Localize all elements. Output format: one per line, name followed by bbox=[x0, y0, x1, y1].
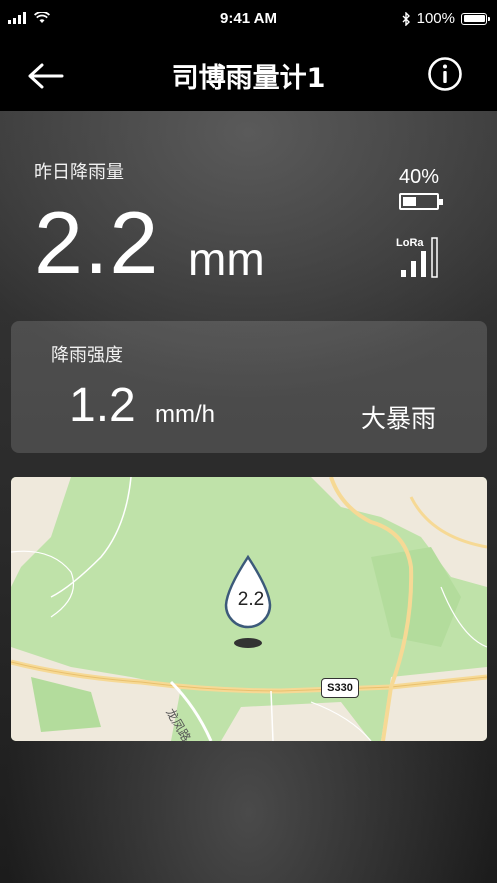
rainfall-value: 2.2 bbox=[34, 193, 160, 292]
page-title: 司博雨量计1 bbox=[171, 63, 326, 94]
nav-bar: 司博雨量计1 bbox=[0, 38, 497, 111]
status-bar: 9:41 AM 100% bbox=[0, 0, 497, 38]
device-battery-icon bbox=[399, 193, 443, 210]
status-battery-text: 100% bbox=[416, 10, 455, 27]
rainfall-label: 昨日降雨量 bbox=[34, 162, 124, 183]
marker-value: 2.2 bbox=[237, 589, 265, 610]
intensity-label: 降雨强度 bbox=[51, 345, 123, 366]
intensity-card: 降雨强度 1.2 mm/h 大暴雨 bbox=[11, 321, 487, 453]
device-battery-percent: 40% bbox=[399, 166, 440, 188]
road-shield: S330 bbox=[321, 678, 359, 698]
bluetooth-icon bbox=[402, 11, 410, 26]
intensity-level: 大暴雨 bbox=[360, 404, 436, 433]
intensity-value: 1.2 bbox=[69, 379, 136, 432]
info-icon[interactable] bbox=[427, 56, 463, 92]
map-view[interactable]: 2.2 S330 龙凤路 bbox=[11, 477, 487, 741]
rainfall-unit: mm bbox=[188, 233, 265, 285]
signal-strength-icon bbox=[401, 237, 438, 278]
battery-icon bbox=[461, 12, 490, 25]
status-right: 100% bbox=[402, 10, 490, 27]
intensity-unit: mm/h bbox=[155, 401, 215, 428]
